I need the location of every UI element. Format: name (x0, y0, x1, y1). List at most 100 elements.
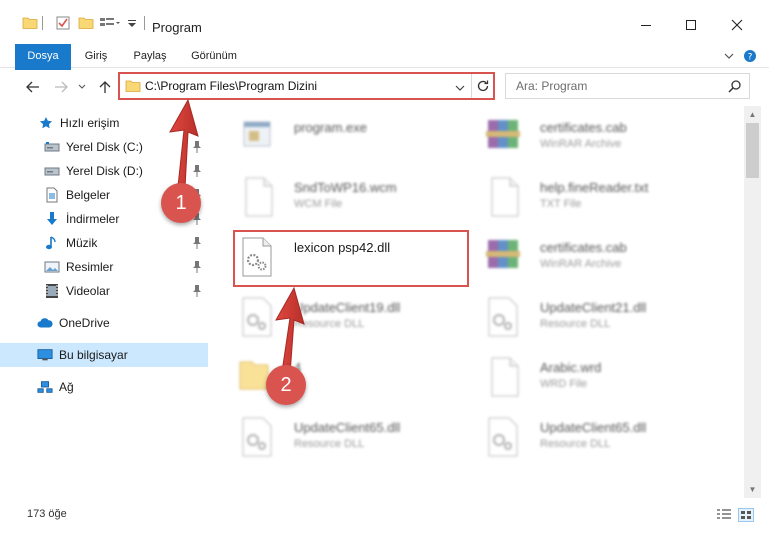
back-arrow-icon[interactable] (24, 78, 42, 96)
drive-icon (44, 163, 60, 179)
file-name: UpdateClient65.dll (294, 420, 401, 435)
folder-icon (22, 14, 38, 32)
expand-ribbon-icon[interactable] (722, 48, 736, 64)
file-type: WRD File (540, 378, 588, 390)
file-name: help.fineReader.txt (540, 180, 649, 195)
file-item[interactable]: help.fineReader.txt TXT File (484, 174, 734, 226)
file-item[interactable]: SndToWP16.wcm WCM File (238, 174, 468, 226)
up-arrow-icon[interactable] (96, 78, 114, 96)
ribbon-tabs: Dosya Giriş Paylaş Görünüm ? (0, 44, 769, 96)
forward-arrow-icon[interactable] (52, 78, 70, 96)
sidebar-item-local-disk-c[interactable]: Yerel Disk (C:) (0, 135, 208, 159)
computer-icon (37, 347, 53, 363)
file-item[interactable]: certificates.cab WinRAR Archive (484, 234, 734, 286)
pictures-icon (44, 259, 60, 275)
file-name: certificates.cab (540, 240, 627, 255)
file-list: program.exe SndToWP16.wcm WCM File lexic… (210, 106, 744, 498)
dll-file-icon (238, 234, 286, 282)
folder-icon (125, 79, 141, 96)
tab-share[interactable]: Paylaş (128, 44, 172, 68)
scroll-up-icon[interactable]: ▲ (744, 106, 761, 123)
tiles-view-icon[interactable] (738, 508, 754, 522)
dropdown-arrow-icon[interactable] (127, 14, 137, 32)
file-item[interactable]: certificates.cab WinRAR Archive (484, 114, 734, 166)
sidebar-item-label: Müzik (66, 236, 98, 250)
search-icon[interactable] (728, 79, 742, 96)
sidebar-item-this-pc[interactable]: Bu bilgisayar (0, 343, 208, 367)
pin-icon[interactable] (191, 164, 203, 178)
file-item[interactable]: UpdateClient65.dll Resource DLL (484, 414, 734, 466)
maximize-button[interactable] (668, 10, 714, 40)
sidebar-item-label: Hızlı erişim (60, 116, 120, 130)
dll-file-icon (484, 294, 532, 342)
drive-icon (44, 139, 60, 155)
archive-file-icon (484, 114, 532, 162)
chevron-down-icon[interactable] (455, 81, 465, 95)
dll-file-icon (238, 414, 286, 462)
customize-toolbar-icon[interactable] (99, 14, 121, 32)
details-view-icon[interactable] (716, 508, 732, 522)
file-item[interactable]: program.exe (238, 114, 468, 166)
search-box[interactable]: Ara: Program (505, 73, 750, 99)
recent-locations-icon[interactable] (76, 78, 88, 96)
address-bar[interactable]: C:\Program Files\Program Dizini (118, 73, 495, 99)
file-type: Resource DLL (294, 318, 365, 330)
sidebar-item-music[interactable]: Müzik (0, 231, 208, 255)
status-bar: 173 öğe (0, 500, 769, 535)
text-file-icon (484, 174, 532, 222)
file-item[interactable]: Arabic.wrd WRD File (484, 354, 734, 406)
navigation-pane: Hızlı erişim Yerel Disk (C:) Yerel Disk … (0, 106, 208, 498)
sidebar-item-label: Belgeler (66, 188, 111, 202)
file-name: program.exe (294, 120, 367, 135)
sidebar-item-label: Ağ (59, 380, 74, 394)
close-button[interactable] (714, 10, 760, 40)
tab-home[interactable]: Giriş (78, 44, 114, 68)
properties-icon[interactable] (55, 14, 71, 32)
sidebar-item-quick-access[interactable]: Hızlı erişim (0, 111, 208, 135)
separator (144, 14, 145, 32)
sidebar-item-label: Yerel Disk (C:) (66, 140, 143, 154)
refresh-icon[interactable] (475, 78, 491, 97)
file-type: Resource DLL (294, 438, 365, 450)
address-path[interactable]: C:\Program Files\Program Dizini (145, 79, 317, 93)
file-type: WinRAR Archive (540, 138, 622, 150)
file-item[interactable]: UpdateClient19.dll Resource DLL (238, 294, 468, 346)
scroll-down-icon[interactable]: ▼ (744, 481, 761, 498)
file-type: WCM File (294, 198, 343, 210)
dll-file-icon (484, 414, 532, 462)
file-type: WinRAR Archive (540, 258, 622, 270)
sidebar-item-label: Yerel Disk (D:) (66, 164, 143, 178)
sidebar-item-onedrive[interactable]: OneDrive (0, 311, 208, 335)
file-name: UpdateClient65.dll (540, 420, 647, 435)
scroll-thumb[interactable] (746, 123, 759, 178)
file-item[interactable]: UpdateClient21.dll Resource DLL (484, 294, 734, 346)
documents-icon (44, 187, 60, 203)
separator (42, 14, 43, 32)
file-item[interactable]: UpdateClient65.dll Resource DLL (238, 414, 468, 466)
tab-view[interactable]: Görünüm (186, 44, 242, 68)
sidebar-item-pictures[interactable]: Resimler (0, 255, 208, 279)
downloads-icon (44, 211, 60, 227)
pin-icon[interactable] (191, 284, 203, 298)
generic-file-icon (238, 174, 286, 222)
sidebar-item-videos[interactable]: Videolar (0, 279, 208, 303)
file-item-selected[interactable]: lexicon psp42.dll (238, 234, 468, 286)
sidebar-item-local-disk-d[interactable]: Yerel Disk (D:) (0, 159, 208, 183)
separator (471, 74, 472, 98)
pin-icon[interactable] (191, 140, 203, 154)
sidebar-item-label: Resimler (66, 260, 114, 274)
videos-icon (44, 283, 60, 299)
sidebar-item-label: OneDrive (59, 316, 110, 330)
pin-icon[interactable] (191, 236, 203, 250)
file-type: Resource DLL (540, 438, 611, 450)
svg-text:?: ? (748, 53, 753, 63)
file-name: Arabic.wrd (540, 360, 602, 375)
pin-icon[interactable] (191, 260, 203, 274)
vertical-scrollbar[interactable]: ▲ ▼ (744, 106, 761, 498)
minimize-button[interactable] (623, 10, 669, 40)
help-icon[interactable]: ? (742, 48, 758, 64)
sidebar-item-network[interactable]: Ağ (0, 375, 208, 399)
search-input[interactable]: Ara: Program (516, 79, 587, 93)
new-folder-icon[interactable] (78, 14, 94, 32)
sidebar-item-label: İndirmeler (66, 212, 120, 226)
